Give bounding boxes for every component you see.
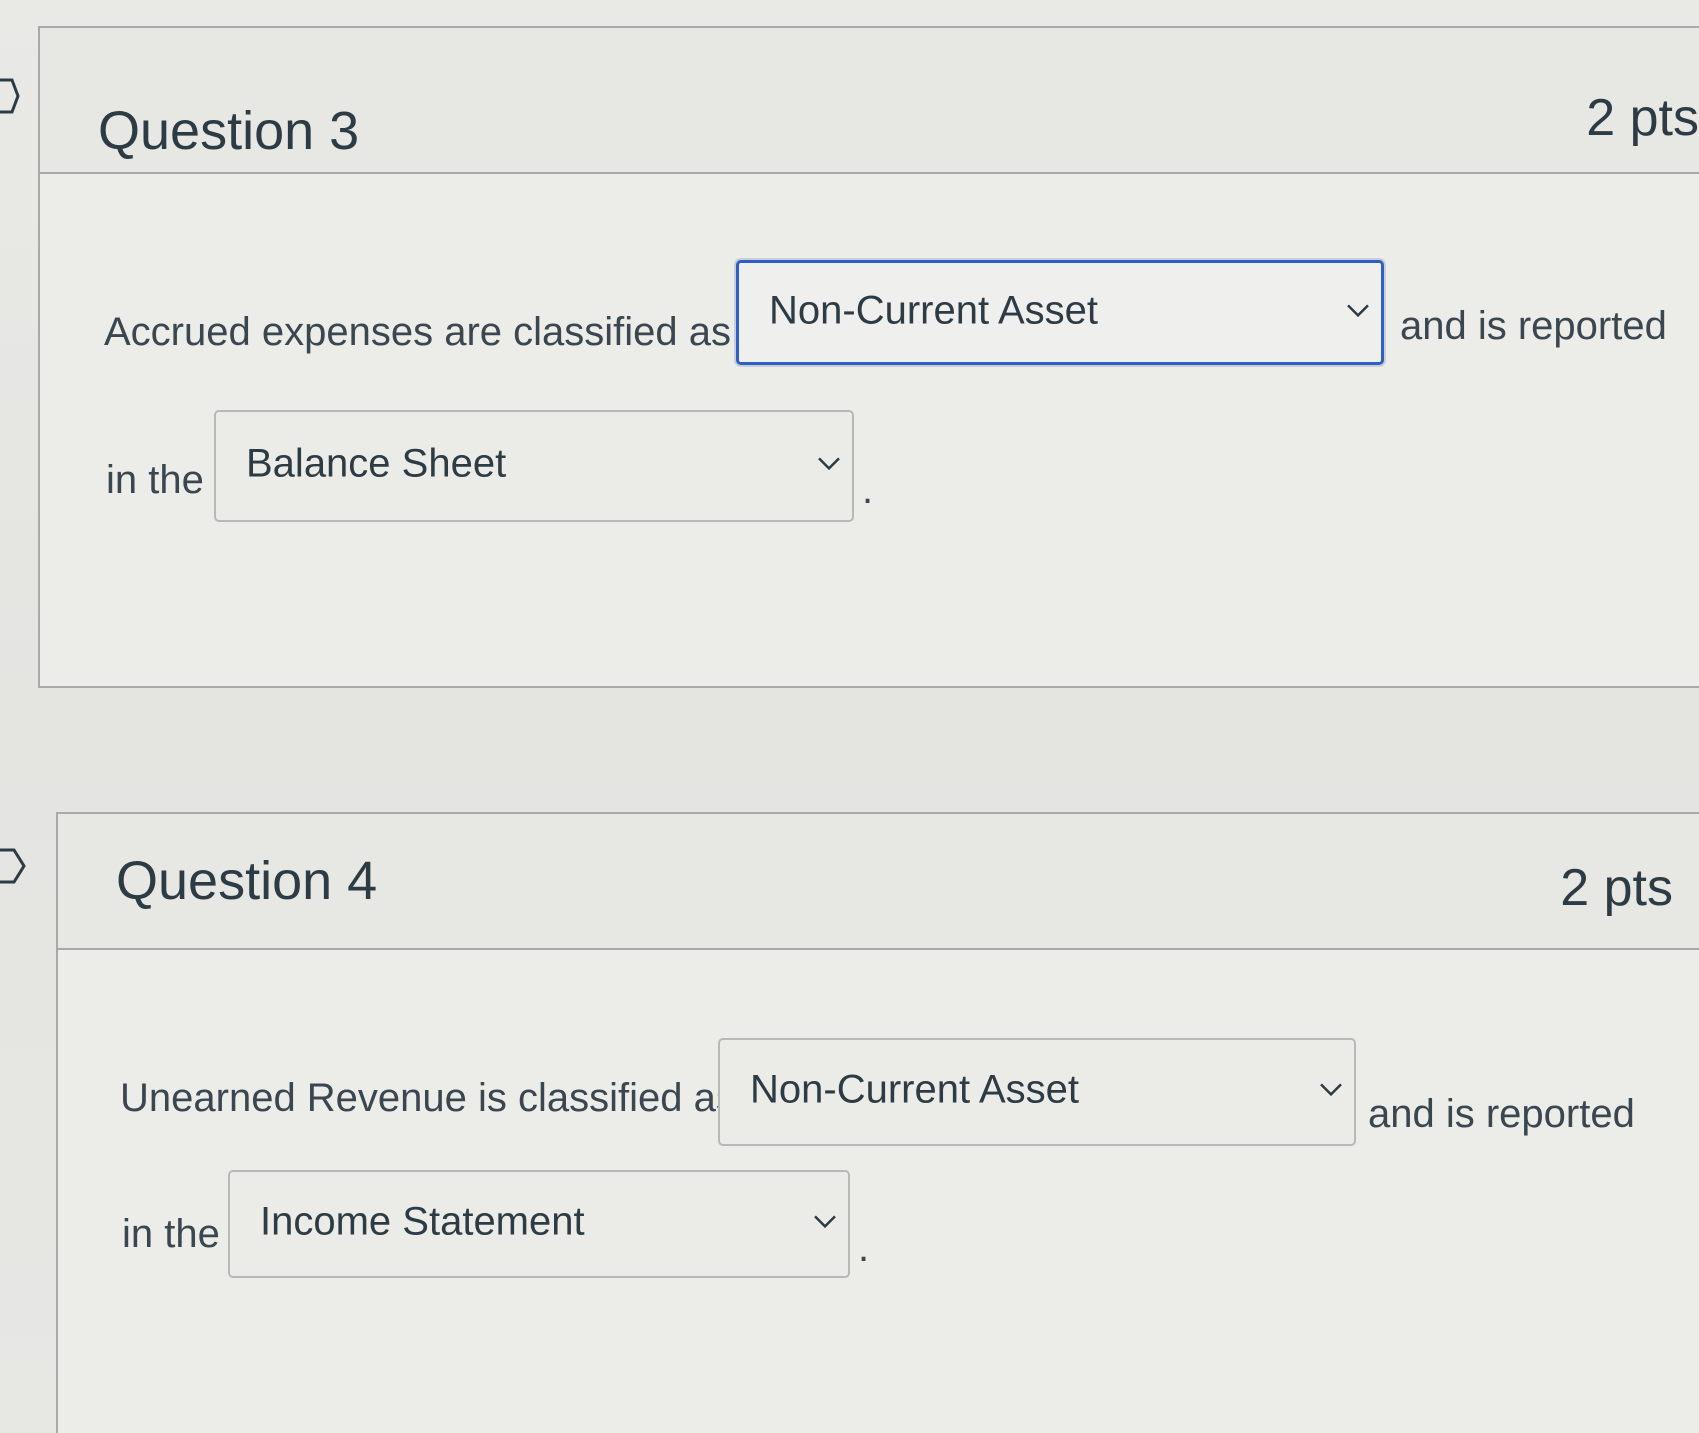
question-header: Question 4 2 pts <box>58 814 1699 950</box>
sentence-period: . <box>862 468 874 512</box>
question-text-part3: in the <box>122 1212 220 1256</box>
classification-dropdown[interactable]: Non-Current Asset <box>718 1038 1356 1146</box>
chevron-down-icon <box>1347 304 1369 317</box>
question-text-part2: and is reported <box>1400 304 1667 348</box>
dropdown-selected-value: Non-Current Asset <box>750 1067 1080 1112</box>
question-title: Question 3 <box>98 101 360 161</box>
dropdown-selected-value: Income Statement <box>260 1199 585 1244</box>
dropdown-selected-value: Balance Sheet <box>246 441 507 486</box>
statement-dropdown[interactable]: Balance Sheet <box>214 410 854 522</box>
sentence-period: . <box>858 1226 870 1270</box>
flag-outline-icon[interactable] <box>0 76 30 116</box>
statement-dropdown[interactable]: Income Statement <box>228 1170 850 1278</box>
question-text-part3: in the <box>106 458 204 502</box>
classification-dropdown[interactable]: Non-Current Asset <box>736 260 1384 365</box>
question-text-part2: and is reported <box>1368 1092 1635 1136</box>
chevron-down-icon <box>1320 1083 1342 1097</box>
quiz-page: Question 3 2 pts Accrued expenses are cl… <box>0 0 1699 1433</box>
flag-outline-icon[interactable] <box>0 846 30 886</box>
question-card-3: Question 3 2 pts Accrued expenses are cl… <box>38 26 1699 688</box>
question-text-part1: Unearned Revenue is classified as a <box>120 1076 770 1120</box>
question-title: Question 4 <box>116 851 378 911</box>
question-card-4: Question 4 2 pts Unearned Revenue is cla… <box>56 812 1699 1433</box>
question-text-part1: Accrued expenses are classified as a <box>104 310 765 354</box>
dropdown-selected-value: Non-Current Asset <box>769 287 1099 332</box>
chevron-down-icon <box>818 457 840 471</box>
question-points: 2 pts <box>1586 89 1699 147</box>
question-points: 2 pts <box>1560 859 1673 917</box>
question-header: Question 3 2 pts <box>40 28 1699 174</box>
chevron-down-icon <box>814 1215 836 1229</box>
